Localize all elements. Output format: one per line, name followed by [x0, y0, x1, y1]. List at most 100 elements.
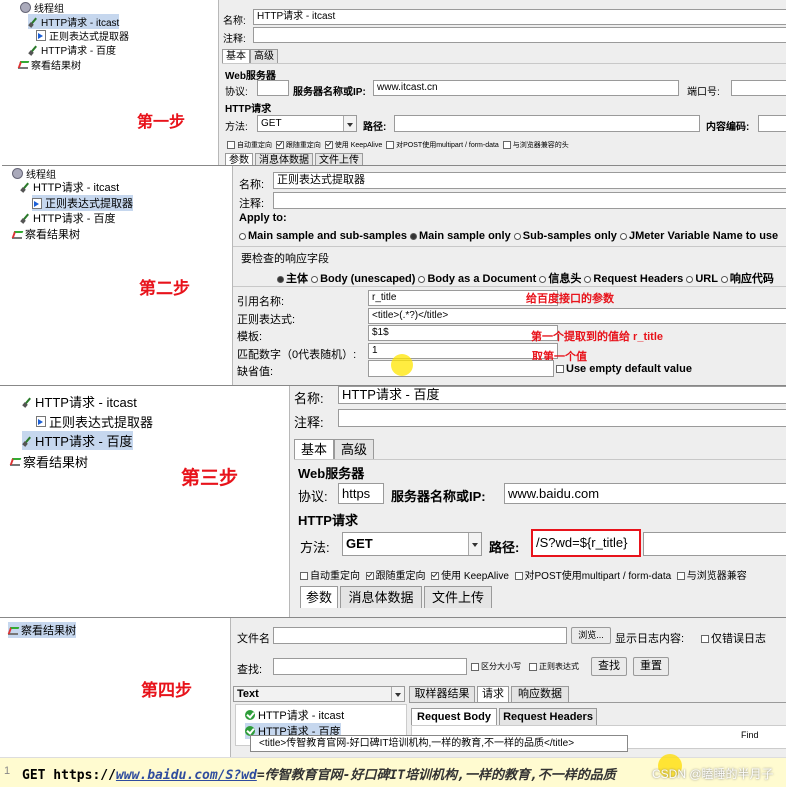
- encoding-field[interactable]: [758, 115, 786, 132]
- regex-field[interactable]: <title>(.*?)</title>: [368, 308, 786, 324]
- field-request-headers-radio[interactable]: Request Headers: [584, 273, 683, 285]
- step-1-label: 第一步: [137, 114, 186, 131]
- tree-node-http-baidu[interactable]: HTTP请求 - 百度: [22, 431, 133, 450]
- comment-field[interactable]: [253, 27, 786, 43]
- tree-node-http-baidu[interactable]: HTTP请求 - 百度: [20, 210, 116, 226]
- follow-redirect-checkbox[interactable]: 跟随重定向: [275, 141, 321, 150]
- step4-panel: 察看结果树 第四步 文件名 浏览... 显示日志内容: 仅错误日志 查找: 区分…: [0, 617, 786, 787]
- field-url-radio[interactable]: URL: [686, 273, 718, 285]
- regex-extractor-form: 名称: 正则表达式提取器 注释: Apply to: Main sample a…: [232, 166, 786, 386]
- tree-node-http-itcast[interactable]: HTTP请求 - itcast: [20, 179, 119, 195]
- protocol-field[interactable]: [257, 80, 289, 96]
- protocol-field[interactable]: https: [338, 483, 384, 504]
- path-field[interactable]: [394, 115, 700, 132]
- template-field[interactable]: $1$: [368, 325, 558, 341]
- port-field[interactable]: [731, 80, 786, 96]
- sampler-icon: [20, 213, 30, 223]
- tab-advanced[interactable]: 高级: [334, 439, 374, 459]
- comment-field[interactable]: [273, 192, 786, 209]
- field-body-radio[interactable]: 主体: [277, 273, 308, 285]
- apply-sub-only-radio[interactable]: Sub-samples only: [513, 230, 617, 242]
- tab-body-data[interactable]: 消息体数据: [340, 586, 422, 608]
- case-sensitive-checkbox[interactable]: 区分大小写: [471, 661, 521, 672]
- tab-advanced[interactable]: 高级: [250, 49, 278, 63]
- comment-field[interactable]: [338, 409, 786, 427]
- chevron-down-icon: [391, 687, 404, 701]
- tree-node-http-itcast[interactable]: HTTP请求 - itcast: [28, 14, 120, 29]
- regex-checkbox[interactable]: 正则表达式: [529, 661, 579, 672]
- renderer-select[interactable]: Text: [233, 686, 405, 702]
- field-response-code-radio[interactable]: 响应代码: [720, 273, 774, 285]
- request-line: 1 GET https://www.baidu.com/S?wd=传智教育官网-…: [0, 754, 786, 787]
- browser-headers-checkbox[interactable]: 与浏览器兼容: [676, 571, 747, 582]
- field-headers-radio[interactable]: 信息头: [539, 273, 581, 285]
- tab-parameters[interactable]: 参数: [300, 586, 338, 608]
- server-field[interactable]: www.baidu.com: [504, 483, 786, 504]
- step3-panel: HTTP请求 - itcast 正则表达式提取器 HTTP请求 - 百度 察看结…: [0, 385, 786, 618]
- tab-basic[interactable]: 基本: [222, 49, 250, 63]
- reset-button[interactable]: 重置: [633, 657, 669, 676]
- multipart-checkbox[interactable]: 对POST使用multipart / form-data: [386, 141, 499, 150]
- field-body-unescaped-radio[interactable]: Body (unescaped): [311, 273, 415, 285]
- errors-only-checkbox[interactable]: 仅错误日志: [701, 630, 766, 646]
- search-input[interactable]: [273, 658, 467, 675]
- path-field[interactable]: /S?wd=${r_title}: [531, 529, 641, 557]
- find-small-button[interactable]: Find: [741, 730, 759, 740]
- tab-parameters[interactable]: 参数: [225, 153, 253, 165]
- name-field[interactable]: 正则表达式提取器: [273, 172, 786, 189]
- tooltip: <title>传智教育官网-好口碑IT培训机构,一样的教育,不一样的品质</ti…: [250, 735, 628, 752]
- listener-icon: [12, 230, 22, 239]
- tree-node-results-tree[interactable]: 察看结果树: [18, 57, 81, 72]
- name-field[interactable]: HTTP请求 - 百度: [338, 386, 786, 404]
- tree-node-extractor[interactable]: 正则表达式提取器: [36, 412, 153, 431]
- browser-headers-checkbox[interactable]: 与浏览器兼容的头: [502, 141, 569, 150]
- tree-node-extractor[interactable]: 正则表达式提取器: [32, 195, 133, 211]
- filename-field[interactable]: [273, 627, 567, 644]
- step-3-label: 第三步: [181, 468, 239, 489]
- http-request-form: 名称: HTTP请求 - itcast 注释: 基本 高级 Web服务器 协议:…: [218, 0, 786, 165]
- empty-default-checkbox[interactable]: Use empty default value: [556, 363, 692, 375]
- tree-node-extractor[interactable]: 正则表达式提取器: [36, 28, 129, 43]
- find-button[interactable]: 查找: [591, 657, 627, 676]
- browse-button[interactable]: 浏览...: [571, 627, 611, 644]
- tab-body-data[interactable]: 消息体数据: [255, 153, 313, 165]
- apply-main-and-sub-radio[interactable]: Main sample and sub-samples: [239, 230, 407, 242]
- result-item-itcast[interactable]: HTTP请求 - itcast: [245, 707, 344, 723]
- apply-main-only-radio[interactable]: Main sample only: [410, 230, 511, 242]
- server-field[interactable]: www.itcast.cn: [373, 80, 679, 96]
- tab-request-body[interactable]: Request Body: [411, 708, 497, 725]
- tree-node-results-tree[interactable]: 察看结果树: [10, 452, 88, 471]
- tab-file-upload[interactable]: 文件上传: [424, 586, 492, 608]
- multipart-checkbox[interactable]: 对POST使用multipart / form-data: [514, 571, 671, 582]
- listener-icon: [10, 457, 20, 466]
- apply-variable-radio[interactable]: JMeter Variable Name to use: [619, 230, 778, 242]
- thread-group-icon: [20, 2, 31, 13]
- field-body-document-radio[interactable]: Body as a Document: [418, 273, 536, 285]
- test-plan-tree: 线程组 HTTP请求 - itcast 正则表达式提取器 HTTP请求 - 百度…: [2, 166, 232, 386]
- method-select[interactable]: GET: [342, 532, 482, 556]
- request-url[interactable]: www.baidu.com/S?wd: [116, 768, 257, 783]
- name-field[interactable]: HTTP请求 - itcast: [253, 9, 786, 25]
- tab-request[interactable]: 请求: [477, 686, 509, 702]
- tab-request-headers[interactable]: Request Headers: [499, 708, 597, 725]
- tree-node-results-tree[interactable]: 察看结果树: [8, 622, 76, 638]
- tab-file-upload[interactable]: 文件上传: [315, 153, 363, 165]
- step2-panel: 线程组 HTTP请求 - itcast 正则表达式提取器 HTTP请求 - 百度…: [2, 165, 786, 386]
- annotation-reference: 给百度接口的参数: [526, 293, 614, 305]
- tree-node-thread-group[interactable]: 线程组: [20, 0, 64, 15]
- tab-basic[interactable]: 基本: [294, 439, 334, 459]
- redirect-checkbox[interactable]: 自动重定向: [300, 571, 360, 582]
- keepalive-checkbox[interactable]: 使用 KeepAlive: [324, 141, 382, 150]
- tab-sampler-result[interactable]: 取样器结果: [409, 686, 475, 702]
- test-plan-tree: HTTP请求 - itcast 正则表达式提取器 HTTP请求 - 百度 察看结…: [0, 386, 280, 618]
- extractor-icon: [36, 30, 46, 41]
- tab-response-data[interactable]: 响应数据: [511, 686, 569, 702]
- tree-node-results-tree[interactable]: 察看结果树: [12, 226, 80, 242]
- redirect-checkbox[interactable]: 自动重定向: [227, 141, 272, 150]
- keepalive-checkbox[interactable]: 使用 KeepAlive: [431, 571, 509, 582]
- method-select[interactable]: GET: [257, 115, 357, 132]
- tree-node-http-baidu[interactable]: HTTP请求 - 百度: [28, 42, 116, 57]
- tree-node-http-itcast[interactable]: HTTP请求 - itcast: [22, 392, 137, 411]
- line-marker: 1: [4, 765, 11, 777]
- follow-redirect-checkbox[interactable]: 跟随重定向: [365, 571, 426, 582]
